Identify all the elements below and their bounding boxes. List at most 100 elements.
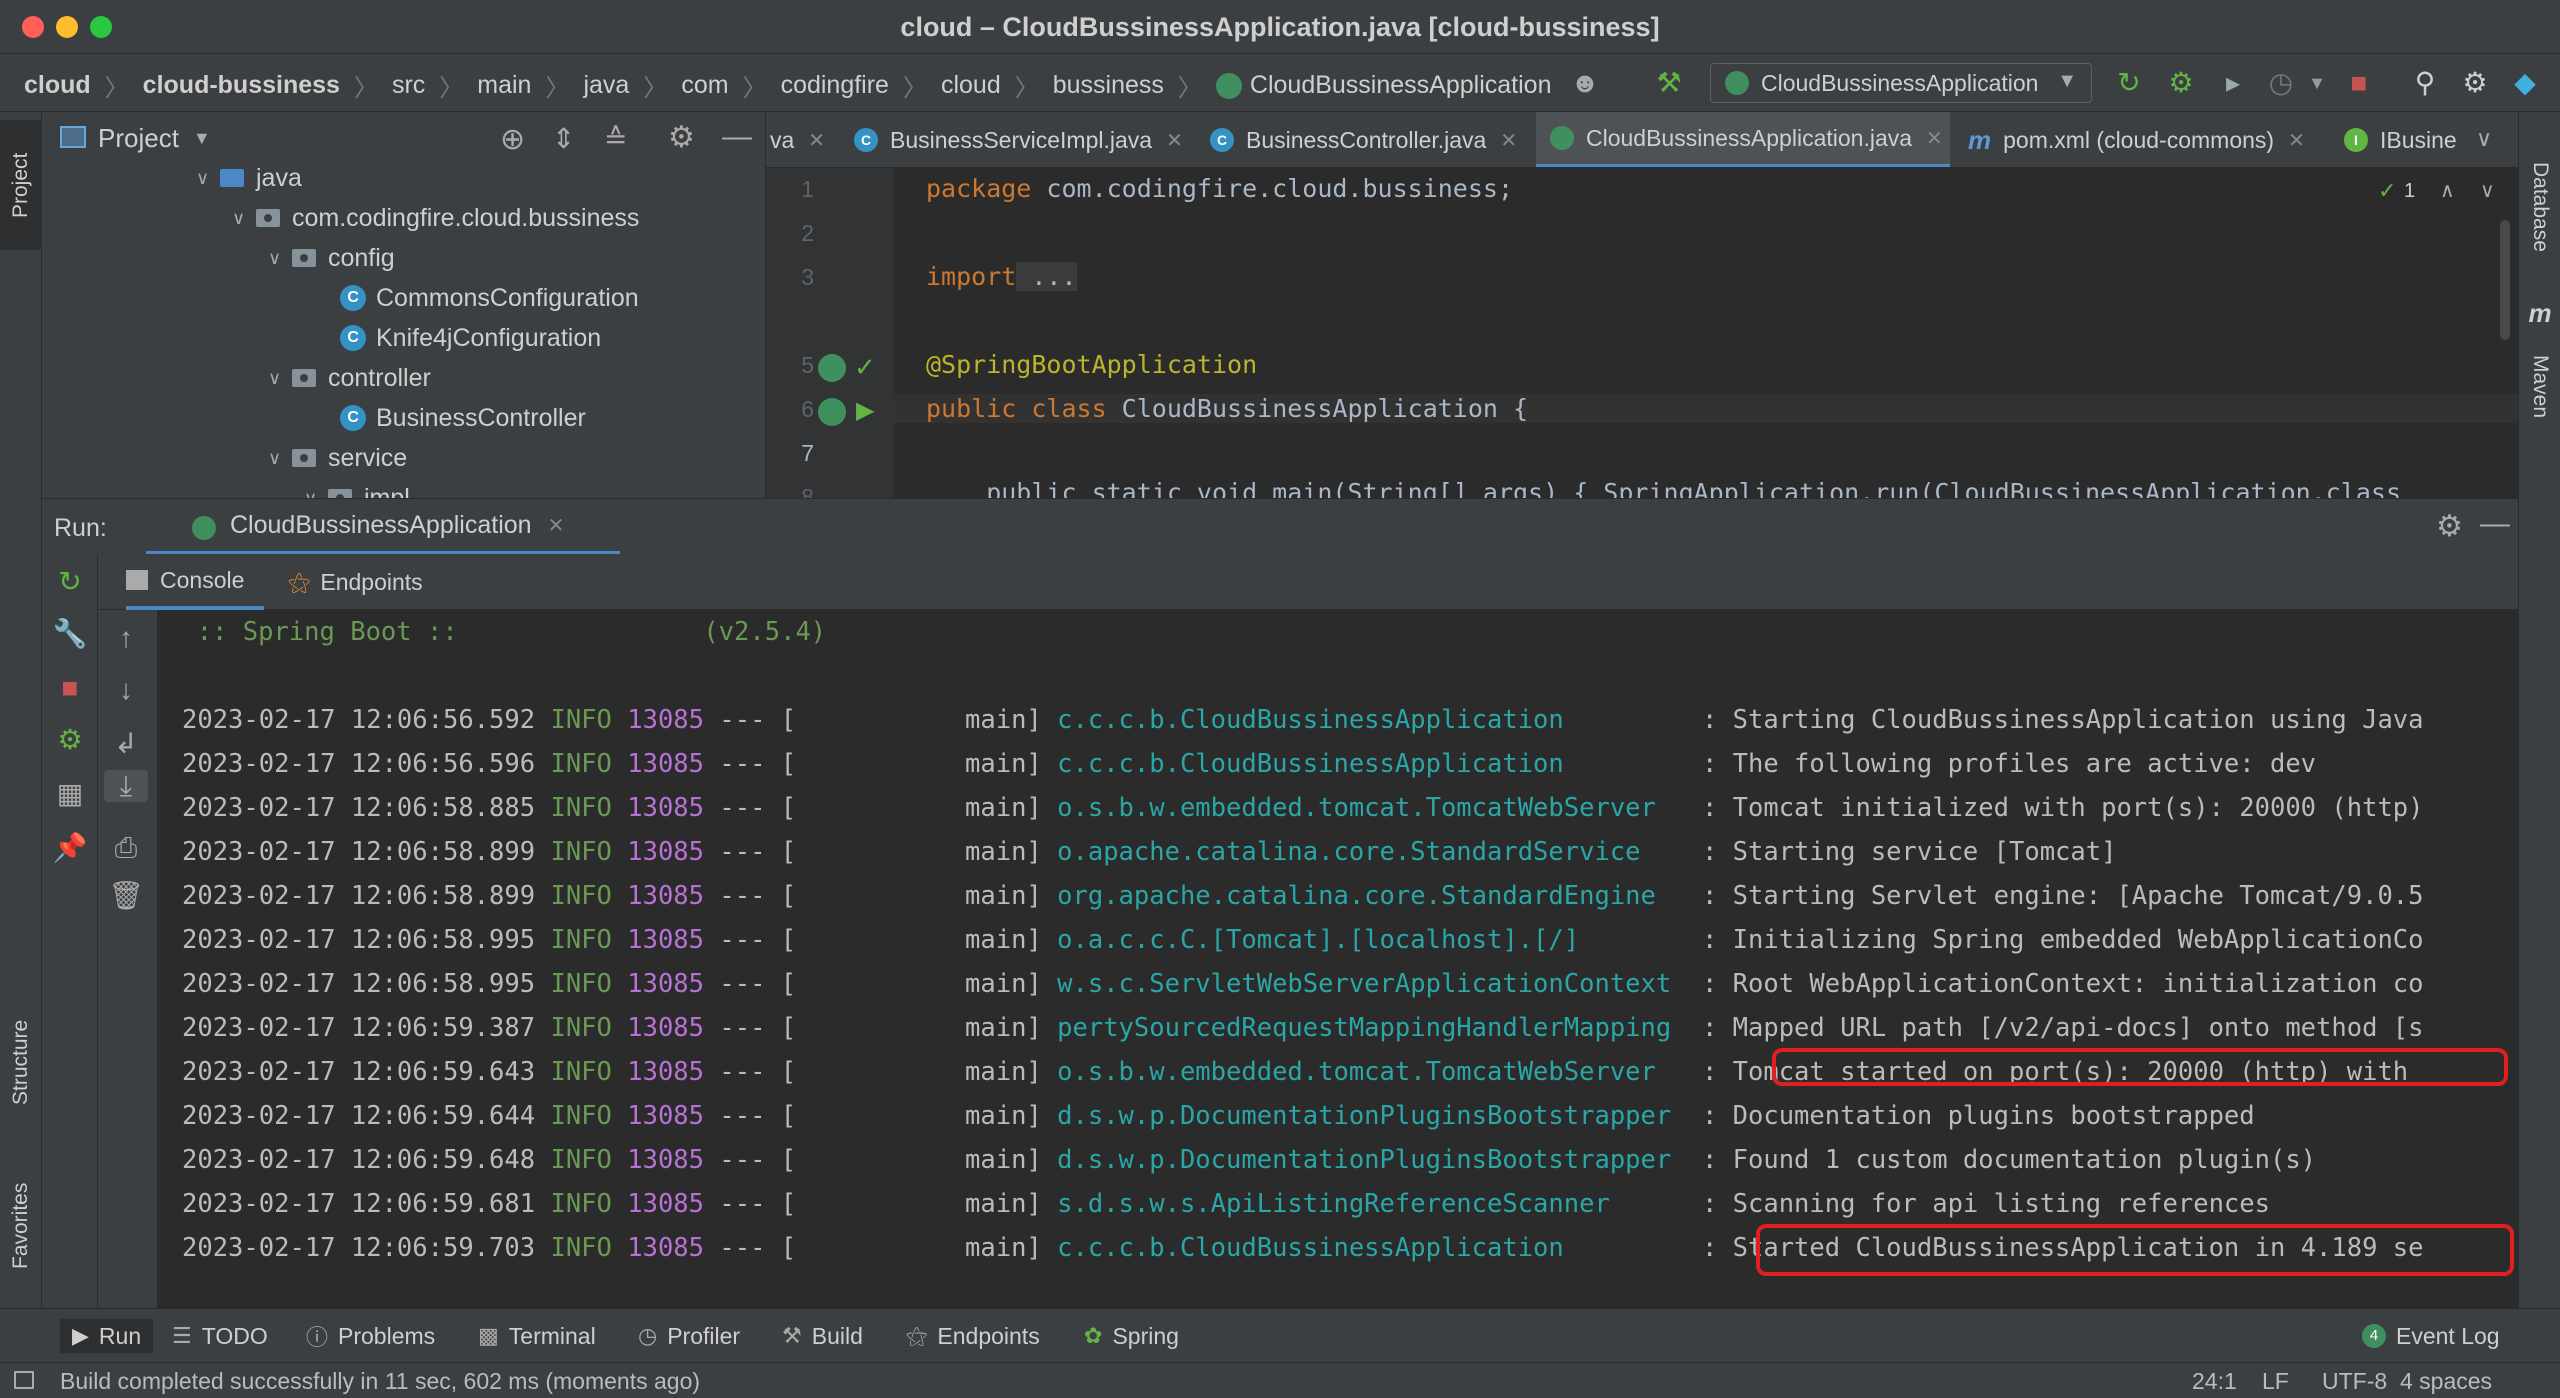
tab-console[interactable]: Console (126, 554, 264, 610)
project-panel-title[interactable]: Project (98, 123, 179, 154)
tab-editor-active[interactable]: CloudBussinessApplication.java ✕ (1536, 112, 1950, 167)
console-output[interactable]: :: Spring Boot :: (v2.5.4) 2023-02-17 12… (158, 610, 2518, 1308)
code-editor[interactable]: 1 2 3 5 6 7 8 ✓ ▶ package com.codingfire… (766, 168, 2518, 498)
debug-icon[interactable]: ⚙ (42, 724, 98, 756)
inspection-count[interactable]: 1 (2404, 180, 2415, 203)
close-icon[interactable]: ✕ (1500, 128, 1517, 153)
chevron-down-icon[interactable]: ∨ (2480, 178, 2495, 203)
tree-item[interactable]: C BusinessController (340, 398, 586, 438)
file-encoding[interactable]: UTF-8 (2322, 1368, 2387, 1395)
tool-tab-todo[interactable]: ☰ TODO (172, 1319, 268, 1353)
breadcrumb-item[interactable]: cloud-bussiness (143, 71, 340, 100)
debug-icon[interactable]: ⚙ (2164, 66, 2198, 100)
layout-icon[interactable] (14, 1371, 34, 1389)
expand-all-icon[interactable]: ⇕ (552, 122, 575, 155)
chevron-down-icon[interactable]: ∨ (2476, 126, 2492, 152)
tool-tab-endpoints[interactable]: ⚝ Endpoints (906, 1319, 1040, 1353)
run-configuration-select[interactable]: CloudBussinessApplication ▼ (1710, 63, 2092, 103)
close-icon[interactable]: ✕ (548, 513, 565, 538)
breadcrumb-item[interactable]: bussiness (1053, 71, 1164, 100)
tool-tab-profiler[interactable]: ◷ Profiler (638, 1319, 740, 1353)
gear-icon[interactable]: ⚙ (2458, 66, 2492, 100)
tab-editor[interactable]: C BusinessController.java ✕ (1210, 112, 1528, 167)
tree-item[interactable]: ∨ controller (268, 358, 431, 398)
chevron-up-icon[interactable]: ∧ (2440, 178, 2455, 203)
line-separator[interactable]: LF (2262, 1368, 2289, 1395)
close-icon[interactable]: ✕ (1166, 128, 1183, 153)
trash-icon[interactable]: 🗑 (98, 880, 154, 912)
folded-imports[interactable]: ... (1016, 262, 1077, 291)
tool-tab-terminal[interactable]: ▩ Terminal (478, 1319, 596, 1353)
play-icon[interactable]: ▶ (856, 396, 874, 425)
breadcrumb-item[interactable]: java (583, 71, 629, 100)
favorites-tool-tab[interactable]: Favorites (0, 1156, 42, 1296)
indent-setting[interactable]: 4 spaces (2400, 1368, 2492, 1395)
caret-position[interactable]: 24:1 (2192, 1368, 2237, 1395)
gear-icon[interactable]: ⚙ (668, 120, 695, 155)
soft-wrap-icon[interactable]: ↲ (98, 728, 154, 760)
spring-bean-icon[interactable] (818, 398, 846, 426)
rerun-icon[interactable]: ↻ (42, 566, 98, 598)
tool-tab-build[interactable]: ⚒ Build (782, 1319, 863, 1353)
tab-editor[interactable]: va ✕ (766, 112, 825, 167)
tool-tab-spring[interactable]: ✿ Spring (1084, 1319, 1179, 1353)
chevron-down-icon[interactable]: ▼ (2300, 66, 2334, 100)
tool-tab-run[interactable]: ▶ Run (60, 1319, 154, 1353)
tree-item[interactable]: ∨ com.codingfire.cloud.bussiness (232, 198, 639, 238)
hammer-icon[interactable]: ⚒ (1652, 66, 1686, 100)
breadcrumb-item[interactable]: cloud (941, 71, 1001, 100)
pin-icon[interactable]: 📌 (42, 832, 98, 864)
toolbox-icon[interactable]: ◆ (2508, 66, 2542, 100)
maven-tool-tab[interactable]: Maven (2519, 332, 2560, 442)
rerun-icon[interactable]: ↻ (2112, 66, 2146, 100)
user-icon[interactable]: ☻ (1568, 66, 1602, 100)
tab-endpoints[interactable]: ⚝ Endpoints (288, 554, 423, 610)
arrow-up-icon[interactable]: ↑ (98, 622, 154, 654)
print-icon[interactable]: ⎙ (98, 832, 154, 864)
profile-icon[interactable]: ◷ (2264, 66, 2298, 100)
collapse-all-icon[interactable]: ≙ (604, 122, 627, 155)
structure-tool-tab[interactable]: Structure (0, 992, 42, 1132)
tool-tab-problems[interactable]: ⓘ Problems (306, 1319, 435, 1353)
chevron-down-icon[interactable]: ▼ (193, 128, 211, 149)
locate-icon[interactable]: ⊕ (500, 122, 525, 157)
minimize-panel-icon[interactable]: — (2480, 507, 2510, 541)
arrow-down-icon[interactable]: ↓ (98, 674, 154, 706)
run-gutter-icon[interactable]: ✓ (854, 352, 876, 383)
breadcrumb-item[interactable]: main (477, 71, 531, 100)
breadcrumb-item[interactable]: CloudBussinessApplication (1250, 71, 1552, 100)
minimize-panel-icon[interactable]: — (722, 120, 752, 154)
tab-editor[interactable]: I IBusine (2344, 112, 2464, 167)
stop-icon[interactable]: ■ (2342, 66, 2376, 100)
close-icon[interactable]: ✕ (2288, 128, 2305, 153)
tree-item[interactable]: ∨ service (268, 438, 407, 478)
stop-icon[interactable]: ■ (42, 672, 98, 704)
scroll-to-end-icon[interactable]: ⤓ (104, 770, 148, 802)
close-icon[interactable]: ✕ (808, 128, 825, 153)
tree-item-label: controller (328, 363, 431, 392)
tree-item[interactable]: C CommonsConfiguration (340, 278, 639, 318)
run-tab[interactable]: CloudBussinessApplication ✕ (146, 499, 620, 555)
search-icon[interactable]: ⚲ (2408, 66, 2442, 100)
tree-item[interactable]: ∨ java (196, 158, 302, 198)
database-tool-tab[interactable]: Database (2519, 132, 2560, 282)
layout-icon[interactable]: ▦ (42, 778, 98, 810)
status-message[interactable]: Build completed successfully in 11 sec, … (60, 1368, 700, 1395)
breadcrumb-item[interactable]: codingfire (781, 71, 889, 100)
event-log-button[interactable]: 4 Event Log (2362, 1319, 2500, 1353)
wrench-icon[interactable]: 🔧 (42, 618, 98, 650)
coverage-icon[interactable]: ▸ (2216, 66, 2250, 100)
tab-editor[interactable]: C BusinessServiceImpl.java ✕ (854, 112, 1194, 167)
close-icon[interactable]: ✕ (1926, 126, 1943, 151)
breadcrumb-item[interactable]: com (681, 71, 728, 100)
tree-item[interactable]: ∨ config (268, 238, 395, 278)
gear-icon[interactable]: ⚙ (2436, 509, 2463, 544)
project-tool-tab[interactable]: Project (0, 120, 42, 250)
spring-bean-icon[interactable] (818, 354, 846, 382)
scrollbar[interactable] (2500, 220, 2510, 340)
tree-item[interactable]: ∨ impl (304, 478, 410, 498)
tree-item[interactable]: C Knife4jConfiguration (340, 318, 601, 358)
tab-editor[interactable]: m pom.xml (cloud-commons) ✕ (1968, 112, 2320, 167)
breadcrumb-item[interactable]: cloud (24, 71, 91, 100)
breadcrumb-item[interactable]: src (392, 71, 425, 100)
